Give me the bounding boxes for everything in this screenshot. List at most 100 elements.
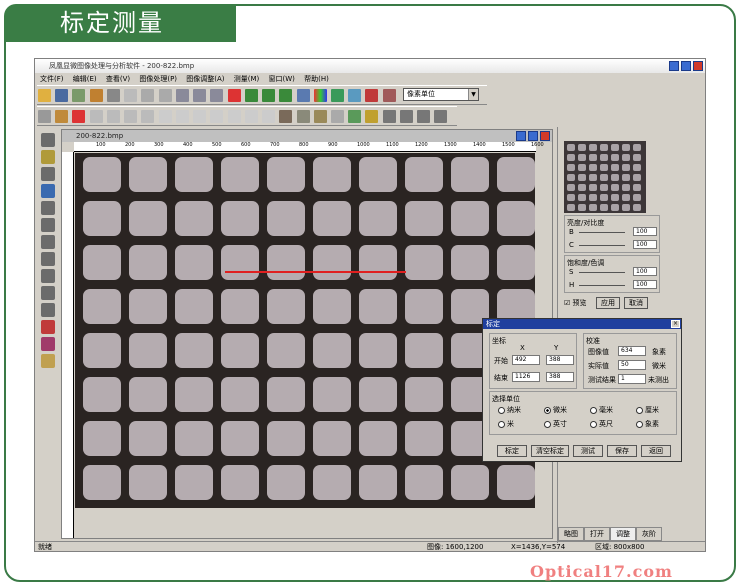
tab-adjust[interactable]: 调整 bbox=[610, 527, 636, 541]
tab-open[interactable]: 打开 bbox=[584, 527, 610, 541]
redo-icon[interactable] bbox=[158, 89, 172, 102]
calibrate-tool-icon[interactable] bbox=[41, 354, 55, 368]
ellipse-measure-icon[interactable] bbox=[41, 303, 55, 317]
print-preview-icon[interactable] bbox=[124, 89, 138, 102]
calibrate-icon[interactable] bbox=[382, 89, 396, 102]
shape-4-icon[interactable] bbox=[141, 110, 155, 123]
calibrate-button[interactable]: 标定 bbox=[497, 445, 527, 457]
fill-icon[interactable] bbox=[348, 110, 362, 123]
h-slider[interactable] bbox=[579, 285, 625, 286]
h-value[interactable]: 100 bbox=[633, 280, 657, 289]
minimize-button[interactable] bbox=[669, 61, 679, 71]
hand-icon[interactable] bbox=[55, 110, 69, 123]
start-x-field[interactable]: 492 bbox=[512, 355, 540, 365]
open-icon[interactable] bbox=[38, 89, 51, 102]
c-slider[interactable] bbox=[579, 245, 625, 246]
curve-icon[interactable] bbox=[41, 252, 55, 266]
paste-icon[interactable] bbox=[193, 89, 207, 102]
polyline-icon[interactable] bbox=[41, 235, 55, 249]
c-value[interactable]: 100 bbox=[633, 240, 657, 249]
align-right-icon[interactable] bbox=[417, 110, 431, 123]
edit-icon[interactable] bbox=[296, 110, 310, 123]
unit-mm-radio[interactable]: 毫米 bbox=[590, 406, 613, 415]
unit-m-radio[interactable]: 米 bbox=[498, 420, 514, 429]
zoom-in-icon[interactable] bbox=[244, 89, 258, 102]
menu-adjust[interactable]: 图像调整(A) bbox=[186, 75, 224, 83]
save-icon[interactable] bbox=[55, 89, 69, 102]
menu-measure[interactable]: 测量(M) bbox=[234, 75, 260, 83]
image-value-field[interactable]: 634 bbox=[618, 346, 646, 356]
maximize-button[interactable] bbox=[681, 61, 691, 71]
dialog-close-icon[interactable]: × bbox=[671, 320, 680, 328]
test-button[interactable]: 测试 bbox=[573, 445, 603, 457]
rect-icon[interactable] bbox=[193, 110, 207, 123]
unit-pixel-radio[interactable]: 象素 bbox=[636, 420, 659, 429]
return-button[interactable]: 返回 bbox=[641, 445, 671, 457]
stop-icon[interactable] bbox=[72, 110, 86, 123]
unit-um-radio[interactable]: 微米 bbox=[544, 406, 567, 415]
start-y-field[interactable]: 388 bbox=[546, 355, 574, 365]
unit-cm-radio[interactable]: 厘米 bbox=[636, 406, 659, 415]
polygon-icon[interactable] bbox=[244, 110, 258, 123]
select-rect-icon[interactable] bbox=[38, 110, 51, 123]
end-x-field[interactable]: 1126 bbox=[512, 372, 540, 382]
delete-icon[interactable] bbox=[227, 89, 241, 102]
apply-button[interactable]: 应用 bbox=[596, 297, 620, 309]
grid-icon[interactable] bbox=[41, 167, 55, 181]
shape-2-icon[interactable] bbox=[106, 110, 120, 123]
line-icon[interactable] bbox=[158, 110, 172, 123]
b-value[interactable]: 100 bbox=[633, 227, 657, 236]
color-icon[interactable] bbox=[313, 89, 327, 102]
menu-view[interactable]: 查看(V) bbox=[106, 75, 130, 83]
export-icon[interactable] bbox=[89, 89, 103, 102]
angle-measure-icon[interactable] bbox=[41, 218, 55, 232]
image-maximize-button[interactable] bbox=[528, 131, 538, 141]
tab-thumbnail[interactable]: 略图 bbox=[558, 527, 584, 541]
cut-icon[interactable] bbox=[210, 89, 224, 102]
actual-value-field[interactable]: 50 bbox=[618, 360, 646, 370]
menu-file[interactable]: 文件(F) bbox=[40, 75, 64, 83]
clear-calibration-button[interactable]: 清空标定 bbox=[531, 445, 569, 457]
s-slider[interactable] bbox=[579, 272, 625, 273]
unit-foot-radio[interactable]: 英尺 bbox=[590, 420, 613, 429]
b-slider[interactable] bbox=[579, 232, 625, 233]
cancel-button[interactable]: 取消 bbox=[624, 297, 648, 309]
histogram-icon[interactable] bbox=[296, 89, 310, 102]
rect-measure-icon[interactable] bbox=[41, 269, 55, 283]
thumbnail-image[interactable] bbox=[564, 141, 646, 213]
circle-measure-icon[interactable] bbox=[41, 286, 55, 300]
close-button[interactable] bbox=[693, 61, 703, 71]
zoom-out-icon[interactable] bbox=[279, 89, 293, 102]
end-y-field[interactable]: 388 bbox=[546, 372, 574, 382]
s-value[interactable]: 100 bbox=[633, 267, 657, 276]
preview-checkbox[interactable]: ☑ 预览 bbox=[564, 298, 587, 308]
print-icon[interactable] bbox=[106, 89, 120, 102]
angle-icon[interactable] bbox=[41, 150, 55, 164]
shape-1-icon[interactable] bbox=[89, 110, 103, 123]
unit-nm-radio[interactable]: 纳米 bbox=[498, 406, 521, 415]
undo-icon[interactable] bbox=[141, 89, 155, 102]
pen-icon[interactable] bbox=[313, 110, 327, 123]
count-icon[interactable] bbox=[41, 184, 55, 198]
image-close-button[interactable] bbox=[540, 131, 550, 141]
menu-process[interactable]: 图像处理(P) bbox=[139, 75, 177, 83]
arrow-line-icon[interactable] bbox=[175, 110, 189, 123]
camera-icon[interactable] bbox=[348, 89, 362, 102]
measure-icon[interactable] bbox=[365, 89, 379, 102]
ellipse-icon[interactable] bbox=[227, 110, 241, 123]
unit-select[interactable]: 像素单位 ▼ bbox=[403, 88, 479, 101]
unit-inch-radio[interactable]: 英寸 bbox=[544, 420, 567, 429]
marker-icon[interactable] bbox=[41, 320, 55, 334]
menu-window[interactable]: 窗口(W) bbox=[269, 75, 295, 83]
save-button[interactable]: 保存 bbox=[607, 445, 637, 457]
measurement-line[interactable] bbox=[225, 271, 406, 273]
pointer-icon[interactable] bbox=[41, 133, 55, 147]
zoom-fit-icon[interactable] bbox=[262, 89, 276, 102]
copy-icon[interactable] bbox=[175, 89, 189, 102]
tab-grayscale[interactable]: 灰阶 bbox=[636, 527, 662, 541]
microscope-image[interactable] bbox=[75, 153, 535, 508]
shape-3-icon[interactable] bbox=[124, 110, 138, 123]
layer-icon[interactable] bbox=[279, 110, 293, 123]
brush-icon[interactable] bbox=[330, 110, 344, 123]
text-icon[interactable] bbox=[262, 110, 276, 123]
